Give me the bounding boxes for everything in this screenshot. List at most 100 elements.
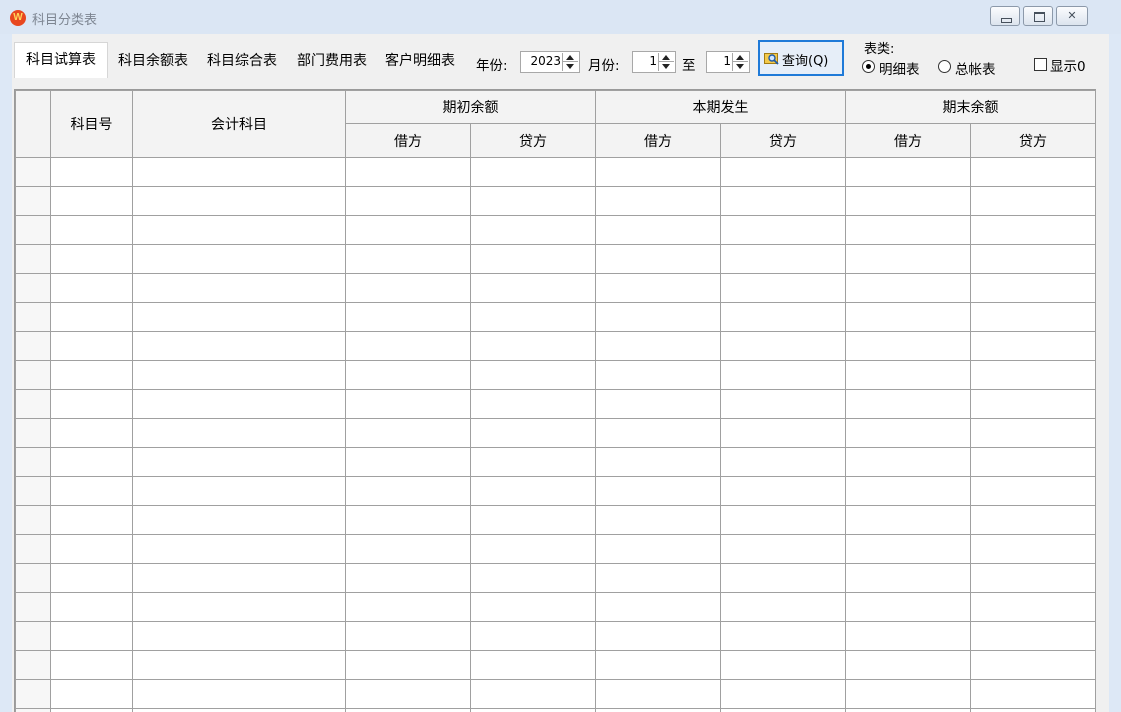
table-row[interactable] [15,360,1096,390]
table-cell[interactable] [50,650,133,680]
row-header-cell[interactable] [15,302,51,332]
table-cell[interactable] [132,563,346,593]
table-cell[interactable] [970,215,1096,245]
col-account[interactable]: 会计科目 [132,90,346,158]
row-header-cell[interactable] [15,708,51,712]
table-cell[interactable] [845,157,971,187]
table-cell[interactable] [970,708,1096,712]
month-from-spin-arrows-icon[interactable] [658,53,674,71]
col-opening-credit[interactable]: 贷方 [470,123,596,158]
table-cell[interactable] [345,679,471,709]
table-cell[interactable] [50,244,133,274]
table-cell[interactable] [132,621,346,651]
table-cell[interactable] [595,621,721,651]
table-cell[interactable] [720,505,846,535]
table-cell[interactable] [720,331,846,361]
table-cell[interactable] [970,418,1096,448]
row-header-cell[interactable] [15,215,51,245]
table-cell[interactable] [970,621,1096,651]
table-cell[interactable] [345,476,471,506]
table-cell[interactable] [50,476,133,506]
table-cell[interactable] [970,302,1096,332]
minimize-button[interactable] [990,6,1020,26]
show-zero-label[interactable]: 显示0 [1050,55,1086,75]
table-cell[interactable] [50,215,133,245]
row-header-cell[interactable] [15,186,51,216]
table-cell[interactable] [845,708,971,712]
table-cell[interactable] [345,273,471,303]
table-cell[interactable] [845,331,971,361]
table-cell[interactable] [845,273,971,303]
table-cell[interactable] [595,418,721,448]
table-cell[interactable] [720,476,846,506]
table-cell[interactable] [470,244,596,274]
table-row[interactable] [15,157,1096,187]
table-cell[interactable] [595,679,721,709]
table-cell[interactable] [345,447,471,477]
table-cell[interactable] [970,186,1096,216]
table-row[interactable] [15,621,1096,651]
table-cell[interactable] [970,157,1096,187]
row-header-cell[interactable] [15,418,51,448]
month-from-spinner[interactable]: 1 [632,51,676,73]
table-cell[interactable] [50,157,133,187]
table-cell[interactable] [470,679,596,709]
table-cell[interactable] [970,563,1096,593]
table-cell[interactable] [132,215,346,245]
table-row[interactable] [15,273,1096,303]
table-row[interactable] [15,534,1096,564]
table-cell[interactable] [720,186,846,216]
table-cell[interactable] [50,534,133,564]
table-row[interactable] [15,447,1096,477]
table-row[interactable] [15,302,1096,332]
table-row[interactable] [15,505,1096,535]
table-cell[interactable] [345,708,471,712]
row-header-cell[interactable] [15,592,51,622]
table-cell[interactable] [595,186,721,216]
radio-detail-label[interactable]: 明细表 [879,58,920,78]
table-cell[interactable] [470,302,596,332]
table-cell[interactable] [970,534,1096,564]
month-to-spinner[interactable]: 1 [706,51,750,73]
table-cell[interactable] [132,273,346,303]
table-cell[interactable] [132,476,346,506]
table-cell[interactable] [50,679,133,709]
table-row[interactable] [15,563,1096,593]
table-cell[interactable] [595,476,721,506]
table-cell[interactable] [970,679,1096,709]
table-cell[interactable] [470,621,596,651]
table-cell[interactable] [132,360,346,390]
table-cell[interactable] [470,505,596,535]
radio-general-ledger-label[interactable]: 总帐表 [955,58,996,78]
trial-balance-grid[interactable]: 科目号 会计科目 期初余额 本期发生 期末余额 借方 贷方 借方 贷方 借方 贷… [14,89,1096,712]
table-cell[interactable] [132,331,346,361]
row-header-cell[interactable] [15,331,51,361]
table-cell[interactable] [595,505,721,535]
table-cell[interactable] [50,302,133,332]
table-cell[interactable] [595,302,721,332]
table-row[interactable] [15,331,1096,361]
col-closing-credit[interactable]: 贷方 [970,123,1096,158]
col-closing-debit[interactable]: 借方 [845,123,971,158]
table-cell[interactable] [845,244,971,274]
row-header-cell[interactable] [15,534,51,564]
table-cell[interactable] [845,302,971,332]
year-spinner[interactable]: 2023 [520,51,580,73]
table-cell[interactable] [470,331,596,361]
table-cell[interactable] [345,215,471,245]
table-cell[interactable] [470,389,596,419]
table-cell[interactable] [132,157,346,187]
table-cell[interactable] [470,157,596,187]
table-cell[interactable] [132,592,346,622]
table-cell[interactable] [470,360,596,390]
query-button[interactable]: 查询(Q) [758,40,844,76]
row-header-cell[interactable] [15,360,51,390]
table-row[interactable] [15,592,1096,622]
table-cell[interactable] [595,273,721,303]
table-cell[interactable] [50,505,133,535]
table-cell[interactable] [50,418,133,448]
table-cell[interactable] [50,563,133,593]
table-cell[interactable] [595,563,721,593]
table-cell[interactable] [470,563,596,593]
row-header-cell[interactable] [15,621,51,651]
